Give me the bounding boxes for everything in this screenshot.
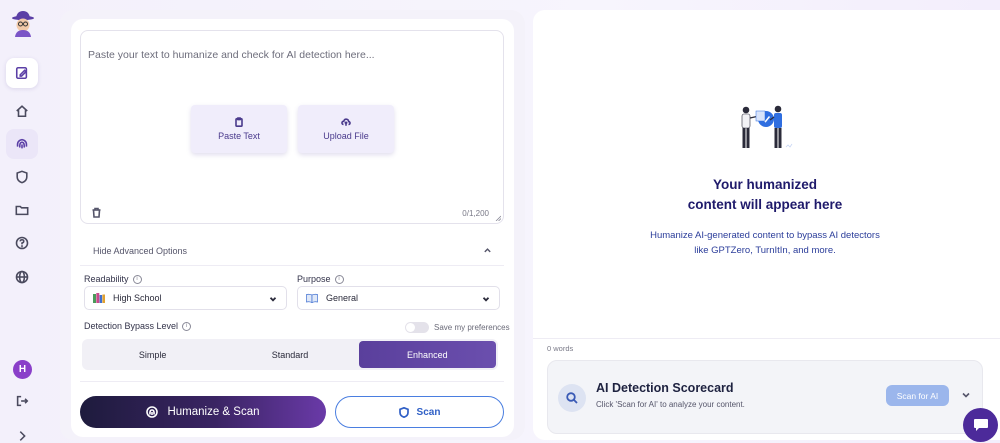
bypass-level-label: Detection Bypass Level: [84, 321, 179, 331]
scorecard-title: AI Detection Scorecard: [596, 381, 734, 395]
purpose-label: Purpose: [297, 274, 331, 284]
output-title-line1: Your humanized: [712, 177, 817, 192]
chevron-down-icon: [482, 297, 490, 302]
clipboard-icon: [235, 117, 243, 127]
input-panel: Paste your text to humanize and check fo…: [60, 10, 525, 440]
home-icon[interactable]: [6, 96, 38, 126]
purpose-select[interactable]: General: [297, 286, 500, 310]
chevron-up-icon: [484, 248, 491, 253]
shield-icon: [398, 406, 409, 418]
character-counter: 0/1,200: [462, 209, 489, 218]
info-icon[interactable]: i: [132, 274, 142, 284]
chevron-down-icon[interactable]: [961, 391, 971, 399]
paste-text-label: Paste Text: [218, 131, 260, 141]
readability-label: Readability: [84, 274, 129, 284]
logout-icon[interactable]: [6, 386, 38, 416]
output-title-line2: content will appear here: [687, 197, 843, 212]
scan-for-ai-button[interactable]: Scan for AI: [886, 385, 949, 406]
shield-icon[interactable]: [6, 162, 38, 192]
input-card: Paste your text to humanize and check fo…: [71, 19, 514, 437]
chevron-down-icon: [269, 297, 277, 302]
text-input-area[interactable]: Paste your text to humanize and check fo…: [80, 30, 504, 224]
readability-value: High School: [113, 293, 162, 303]
chat-support-icon[interactable]: [963, 408, 998, 442]
upload-file-label: Upload File: [323, 131, 369, 141]
advanced-options-toggle[interactable]: Hide Advanced Options: [80, 236, 504, 266]
readability-label-row: Readability i: [84, 274, 142, 284]
bypass-option-standard[interactable]: Standard: [221, 341, 358, 368]
resize-handle-icon[interactable]: [495, 215, 501, 221]
trash-icon[interactable]: [91, 205, 102, 218]
globe-icon[interactable]: [6, 262, 38, 292]
scan-label: Scan: [416, 406, 441, 418]
scorecard-subtitle: Click 'Scan for AI' to analyze your cont…: [596, 400, 745, 409]
output-placeholder-title: Your humanized content will appear here: [533, 175, 997, 215]
output-placeholder-description: Humanize AI-generated content to bypass …: [650, 230, 880, 256]
save-preferences-row: Save my preferences: [405, 322, 510, 333]
new-document-icon[interactable]: [6, 58, 38, 88]
humanize-scan-button[interactable]: Humanize & Scan: [80, 396, 326, 428]
output-panel: Your humanized content will appear here …: [533, 10, 1000, 440]
bypass-option-simple[interactable]: Simple: [84, 341, 221, 368]
people-illustration-icon: [741, 105, 793, 148]
advanced-options-label: Hide Advanced Options: [93, 245, 188, 256]
bypass-level-selector: Simple Standard Enhanced: [82, 339, 498, 370]
save-preferences-label: Save my preferences: [434, 323, 510, 332]
bypass-label-row: Detection Bypass Level i: [84, 321, 192, 331]
avatar[interactable]: H: [13, 360, 32, 379]
readability-select[interactable]: High School: [84, 286, 287, 310]
divider: [80, 381, 504, 382]
save-preferences-toggle[interactable]: [405, 322, 429, 333]
expand-sidebar-icon[interactable]: [6, 421, 38, 443]
open-book-icon: [306, 293, 318, 303]
ai-detection-scorecard[interactable]: AI Detection Scorecard Click 'Scan for A…: [547, 360, 983, 434]
help-icon[interactable]: [6, 228, 38, 258]
bypass-option-enhanced[interactable]: Enhanced: [358, 341, 496, 368]
word-count: 0 words: [547, 344, 574, 353]
text-input-placeholder: Paste your text to humanize and check fo…: [88, 49, 375, 61]
scan-button[interactable]: Scan: [335, 396, 504, 428]
purpose-value: General: [326, 293, 359, 303]
humanize-scan-label: Humanize & Scan: [167, 406, 260, 418]
search-icon: [558, 384, 586, 412]
info-icon[interactable]: i: [334, 274, 344, 284]
divider: [533, 338, 1000, 339]
purpose-label-row: Purpose i: [297, 274, 344, 284]
cloud-upload-icon: [341, 118, 351, 126]
folder-icon[interactable]: [6, 195, 38, 225]
sidebar: H: [0, 0, 44, 443]
detective-logo-icon[interactable]: [10, 10, 36, 38]
fingerprint-icon[interactable]: [6, 129, 38, 159]
paste-text-button[interactable]: Paste Text: [191, 105, 287, 153]
upload-file-button[interactable]: Upload File: [298, 105, 394, 153]
fingerprint-icon: [146, 406, 159, 418]
books-icon: [93, 293, 105, 303]
info-icon[interactable]: i: [182, 321, 192, 331]
